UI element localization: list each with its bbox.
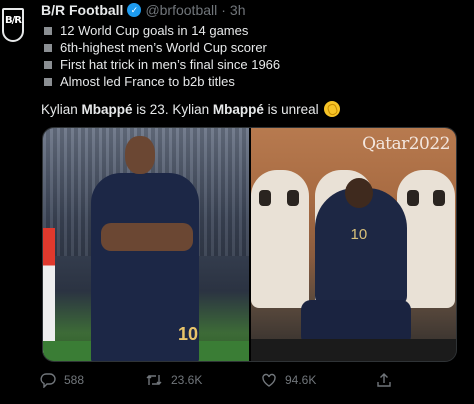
seat-hole [432, 190, 445, 206]
verified-badge-icon: ✓ [127, 3, 142, 17]
seat-hole [258, 190, 271, 206]
avatar-logo: B/R [5, 15, 22, 26]
body-text: is unreal [263, 101, 319, 117]
tweet-bullet-list: 12 World Cup goals in 14 games 6th-highe… [44, 22, 280, 90]
qatar-2022-branding: Qatar2022 [362, 134, 450, 154]
heart-icon [261, 372, 277, 388]
tweet-body: Kylian Mbappé is 23. Kylian Mbappé is un… [41, 101, 340, 117]
crossed-arms [101, 223, 193, 251]
author-handle[interactable]: @brfootball [145, 2, 217, 18]
flag [43, 228, 55, 353]
bullet-text: 6th-highest men’s World Cup scorer [60, 40, 267, 55]
clapping-hands-icon [323, 101, 340, 117]
stadium-seat [250, 170, 309, 308]
floor [250, 339, 456, 361]
seat-hole [406, 190, 419, 206]
jersey-number: 10 [350, 226, 368, 243]
avatar[interactable]: B/R [2, 8, 24, 42]
list-item: 6th-highest men’s World Cup scorer [44, 39, 280, 56]
list-item: First hat trick in men’s final since 196… [44, 56, 280, 73]
photo-mbappe-seated[interactable]: Qatar2022 10 [250, 128, 456, 361]
reply-icon [40, 372, 56, 388]
separator-dot: · [221, 2, 226, 18]
bullet-square-icon [44, 60, 52, 69]
bullet-text: First hat trick in men’s final since 196… [60, 57, 281, 72]
tweet-media[interactable]: 10 Qatar2022 10 [42, 127, 457, 362]
bullet-text: Almost led France to b2b titles [60, 74, 235, 89]
like-button[interactable]: 94.6K [261, 372, 316, 388]
retweet-count: 23.6K [171, 373, 203, 387]
share-button[interactable] [376, 372, 392, 388]
timestamp[interactable]: 3h [230, 2, 246, 18]
like-count: 94.6K [285, 373, 317, 387]
bullet-square-icon [44, 26, 52, 35]
list-item: 12 World Cup goals in 14 games [44, 22, 280, 39]
bullet-square-icon [44, 43, 52, 52]
jersey-number: 10 [178, 324, 199, 344]
player-head [125, 136, 155, 174]
tweet-header: B/R Football ✓ @brfootball · 3h [41, 2, 246, 18]
author-name[interactable]: B/R Football [41, 2, 123, 18]
list-item: Almost led France to b2b titles [44, 73, 280, 90]
player-name: Mbappé [81, 101, 133, 117]
photo-mbappe-arms-crossed[interactable]: 10 [43, 128, 249, 361]
seat-hole [286, 190, 299, 206]
tweet-actions: 588 23.6K 94.6K [40, 372, 460, 390]
body-text: Kylian [41, 101, 82, 117]
body-text: is 23. Kylian [132, 101, 213, 117]
reply-count: 588 [64, 373, 85, 387]
retweet-button[interactable]: 23.6K [145, 372, 202, 388]
share-icon [376, 372, 392, 388]
player-head [344, 178, 373, 208]
reply-button[interactable]: 588 [40, 372, 84, 388]
bullet-square-icon [44, 77, 52, 86]
player-name: Mbappé [212, 101, 264, 117]
retweet-icon [145, 372, 163, 388]
bullet-text: 12 World Cup goals in 14 games [60, 23, 249, 38]
